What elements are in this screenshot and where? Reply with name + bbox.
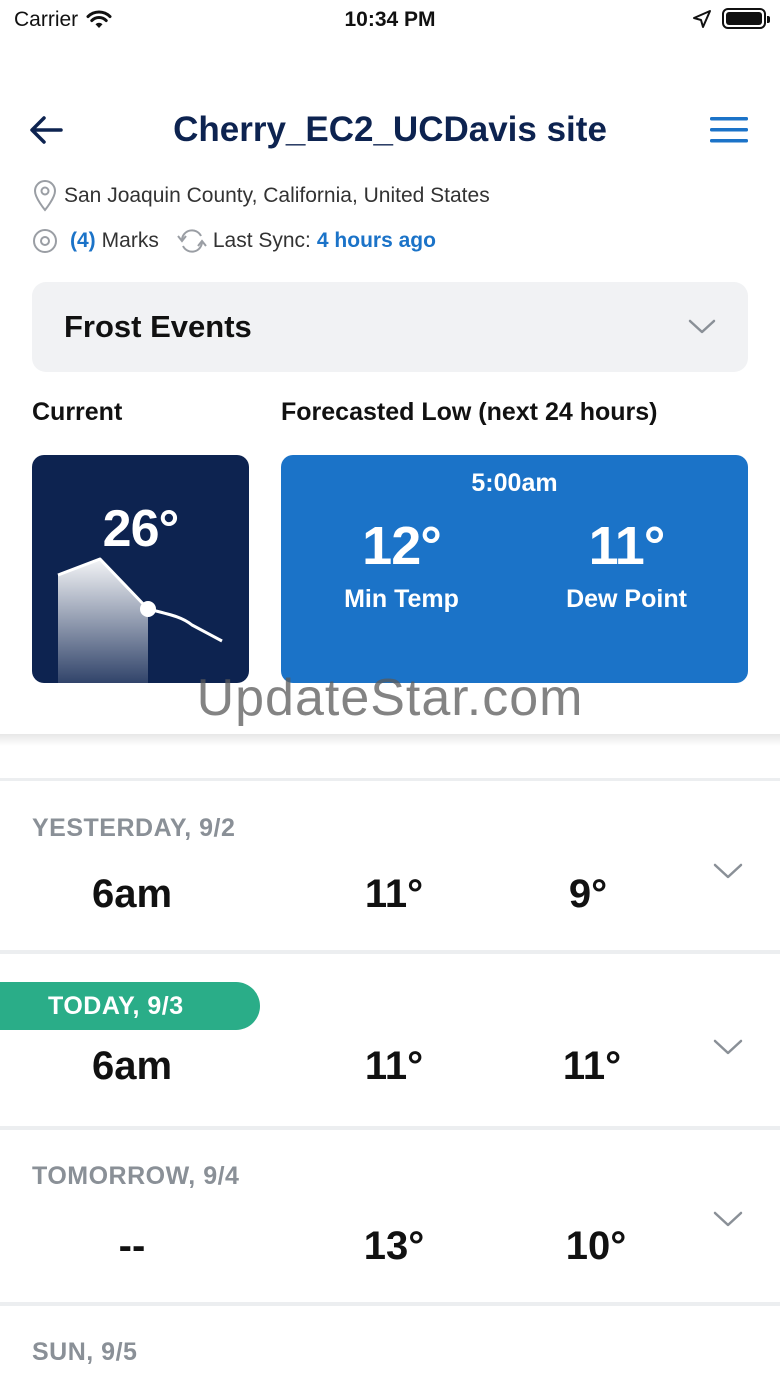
frost-event-row-sun[interactable]: SUN, 9/5: [0, 1308, 780, 1387]
battery-icon: [722, 8, 770, 29]
forecast-low-card: 5:00am 12° Min Temp 11° Dew Point: [281, 455, 748, 683]
status-bar: Carrier 10:34 PM: [0, 0, 780, 40]
location-arrow-icon: [693, 9, 711, 28]
sync-icon: [177, 229, 207, 253]
row-dew-point: 9°: [568, 872, 608, 916]
chevron-down-icon[interactable]: [712, 1038, 744, 1058]
marks-count[interactable]: (4): [70, 229, 96, 253]
min-temp-value: 12°: [362, 516, 442, 576]
hamburger-menu-icon: [710, 117, 748, 143]
today-badge: TODAY, 9/3: [0, 982, 260, 1030]
frost-event-row-yesterday[interactable]: YESTERDAY, 9/2 6am 11° 9°: [0, 782, 780, 954]
last-sync-value: 4 hours ago: [316, 229, 436, 252]
row-min-temp: 13°: [363, 1224, 425, 1268]
location-text: San Joaquin County, California, United S…: [64, 184, 490, 207]
location-row: San Joaquin County, California, United S…: [32, 180, 490, 212]
current-heading: Current: [32, 398, 123, 426]
dew-point-value: 11°: [588, 516, 666, 576]
app-header: Cherry_EC2_UCDavis site: [0, 100, 780, 164]
chevron-down-icon[interactable]: [712, 1210, 744, 1230]
forecast-heading: Forecasted Low (next 24 hours): [281, 398, 658, 426]
menu-button[interactable]: [710, 112, 750, 148]
row-date: YESTERDAY, 9/2: [32, 814, 236, 842]
min-temp-label: Min Temp: [344, 585, 459, 613]
watermark: UpdateStar.com: [196, 669, 584, 727]
panel-divider: [0, 734, 780, 746]
row-time: 6am: [91, 872, 173, 916]
row-date: TOMORROW, 9/4: [32, 1162, 240, 1190]
row-dew-point: 11°: [562, 1044, 622, 1088]
page-title: Cherry_EC2_UCDavis site: [173, 110, 607, 149]
row-time: 6am: [91, 1044, 173, 1088]
map-pin-icon: [33, 180, 57, 212]
status-right: [692, 8, 770, 29]
row-time: --: [118, 1224, 146, 1268]
chevron-down-icon[interactable]: [712, 862, 744, 882]
clock: 10:34 PM: [344, 8, 436, 31]
forecast-time: 5:00am: [471, 469, 558, 497]
marks-sync-row: (4) Marks Last Sync: 4 hours ago: [32, 228, 436, 254]
row-min-temp: 11°: [364, 872, 424, 916]
temperature-trend-graphic: [57, 557, 223, 683]
forecast-dew-point: 11° Dew Point: [510, 515, 743, 614]
row-date: SUN, 9/5: [32, 1338, 138, 1366]
current-temp-card: 26°: [32, 455, 249, 683]
list-divider: [0, 778, 780, 781]
row-min-temp: 11°: [364, 1044, 424, 1088]
dropdown-selected-label: Frost Events: [64, 309, 252, 344]
chevron-down-icon: [688, 319, 716, 334]
dew-point-label: Dew Point: [566, 585, 687, 613]
last-sync-label: Last Sync:: [212, 229, 311, 252]
event-type-dropdown[interactable]: Frost Events: [32, 282, 748, 372]
row-dew-point: 10°: [565, 1224, 627, 1268]
marks-label[interactable]: Marks: [102, 229, 159, 253]
target-icon: [33, 229, 57, 253]
frost-event-row-tomorrow[interactable]: TOMORROW, 9/4 -- 13° 10°: [0, 1132, 780, 1306]
forecast-min-temp: 12° Min Temp: [285, 515, 518, 614]
